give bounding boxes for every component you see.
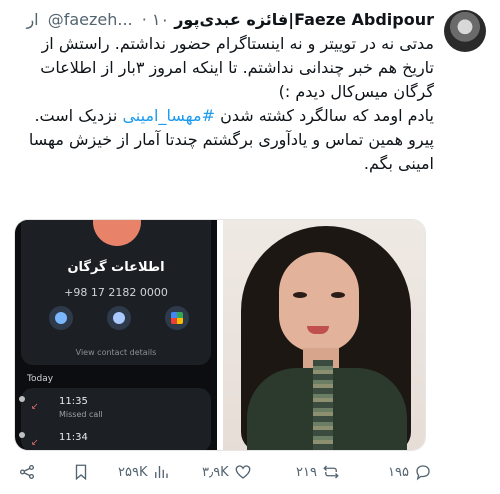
views-button[interactable]: ۲۵۹K [118, 458, 170, 486]
bookmark-button[interactable] [72, 458, 90, 486]
share-button[interactable] [18, 458, 36, 486]
tweet-paragraph-2: یادم اومد که سالگرد کشته شدن #مهسا_امینی… [14, 104, 434, 128]
text-fragment: یادم اومد که سالگرد کشته شدن [214, 106, 434, 125]
contact-name: اطلاعات گرگان [67, 260, 165, 275]
call-log-row: ↙ 11:34 [19, 432, 199, 450]
replies-count: ۱۹۵ [388, 464, 409, 480]
tweet-media[interactable]: اطلاعات گرگان +98 17 2182 0000 View cont… [14, 219, 426, 451]
call-log: ↙ 11:35 Missed call ↙ 11:34 [19, 388, 211, 450]
reply-button[interactable]: ۱۹۵ [388, 458, 432, 486]
phone-icon [55, 312, 67, 324]
contact-actions [49, 306, 189, 330]
photo-eye [331, 292, 345, 298]
call-log-section-label: Today [27, 374, 54, 384]
message-icon [113, 312, 125, 324]
meet-icon [171, 312, 183, 324]
views-chart-icon [155, 466, 169, 478]
photo-face [279, 252, 359, 352]
tweet-header: Faeze Abdipour|فائزه عبدی‌پور @faezeh...… [14, 9, 434, 31]
author-name[interactable]: Faeze Abdipour|فائزه عبدی‌پور [174, 10, 434, 29]
missed-call-icon: ↙ [31, 438, 39, 448]
tweet-paragraph-3: پیرو همین تماس و یادآوری برگشتم چندتا آم… [28, 130, 434, 173]
missed-call-icon: ↙ [31, 402, 39, 412]
call-status: Missed call [59, 410, 103, 419]
photo-eye [293, 292, 307, 298]
contact-avatar [93, 220, 141, 246]
share-icon [19, 464, 35, 480]
call-time: 11:34 [59, 432, 88, 443]
call-time: 11:35 [59, 396, 88, 407]
bookmark-icon [75, 464, 87, 481]
row-marker [19, 432, 25, 438]
call-log-row: ↙ 11:35 Missed call [19, 396, 199, 424]
likes-count: ۳٫۹K [202, 464, 229, 480]
video-button [165, 306, 189, 330]
tweet-action-bar: ۲۵۹K ۳٫۹K ۲۱۹ ۱۹۵ [14, 458, 486, 486]
retweet-button[interactable]: ۲۱۹ [296, 458, 340, 486]
call-button [49, 306, 73, 330]
retweet-icon [323, 465, 339, 479]
message-button [107, 306, 131, 330]
photo-mouth [307, 326, 329, 334]
avatar[interactable] [444, 10, 486, 52]
views-count: ۲۵۹K [118, 464, 148, 480]
reply-icon [416, 465, 430, 481]
photo-scarf [313, 360, 333, 450]
portrait-photo[interactable] [223, 220, 425, 450]
contact-card: اطلاعات گرگان +98 17 2182 0000 View cont… [21, 220, 211, 365]
retweets-count: ۲۱۹ [296, 464, 317, 480]
hashtag-link[interactable]: #مهسا_امینی [122, 106, 215, 125]
tweet[interactable]: Faeze Abdipour|فائزه عبدی‌پور @faezeh...… [0, 0, 500, 494]
tweet-text: مدتی نه در توییتر و نه اینستاگرام حضور ن… [14, 32, 434, 176]
contact-number: +98 17 2182 0000 [64, 286, 168, 299]
phone-screenshot[interactable]: اطلاعات گرگان +98 17 2182 0000 View cont… [15, 220, 217, 450]
like-button[interactable]: ۳٫۹K [202, 458, 252, 486]
row-marker [19, 396, 25, 402]
author-handle[interactable]: @faezeh... [48, 10, 133, 29]
view-contact-details: View contact details [75, 348, 157, 357]
tweet-paragraph-1: مدتی نه در توییتر و نه اینستاگرام حضور ن… [40, 34, 434, 101]
heart-icon [235, 465, 251, 479]
text-fragment: نزدیک است. [34, 106, 123, 125]
separator-dot: · [141, 10, 147, 29]
